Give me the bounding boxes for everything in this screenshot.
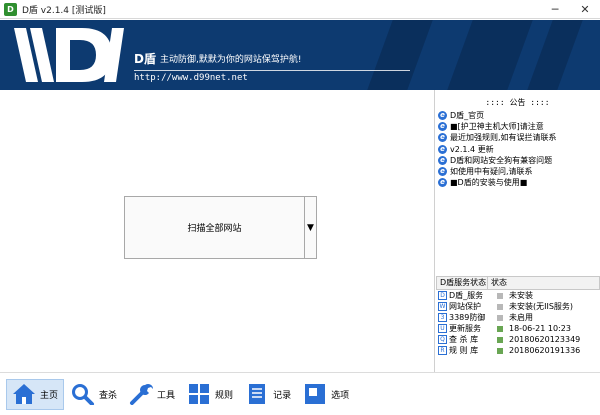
magnifier-icon [72, 384, 95, 405]
table-row[interactable]: Q查 杀 库 20180620123349 [436, 334, 600, 345]
rules-label[interactable]: 规则 [215, 388, 233, 401]
home-label[interactable]: 主页 [40, 388, 58, 401]
options-button[interactable]: 选项 [298, 379, 354, 410]
app-icon: D [4, 2, 17, 16]
close-button[interactable]: ✕ [570, 0, 600, 19]
table-row[interactable]: D D盾_服务 未安装 [436, 290, 600, 301]
slogan: 主动防御,默默为你的网站保驾护航! [160, 55, 302, 65]
announcement-text[interactable]: D盾和网站安全狗有兼容问题 [450, 155, 552, 166]
right-panel: :::: 公告 :::: e D盾_官页 e ■[护卫神主机大师]请注意 e 最近加强… [434, 90, 600, 372]
status-indicator-icon [497, 347, 503, 354]
banner-stripe [367, 20, 433, 90]
scan-all-sites-label[interactable]: 扫描全部网站 [125, 197, 304, 258]
service-name: 更新服务 [449, 324, 481, 333]
service-icon: W [438, 302, 447, 311]
options-icon [305, 384, 326, 404]
service-name: D盾_服务 [449, 291, 484, 300]
status-indicator-icon [497, 314, 503, 321]
rules-button[interactable]: 规则 [182, 379, 238, 410]
wrench-icon [130, 384, 154, 405]
status-indicator-icon [497, 336, 503, 343]
logs-button[interactable]: 记录 [240, 379, 296, 410]
service-status: 20180620191336 [509, 346, 581, 355]
ie-icon: e [438, 111, 447, 121]
banner-stripe [447, 20, 533, 90]
table-row[interactable]: U 更新服务 18-06-21 10:23 [436, 323, 600, 334]
service-status: 未安装(无IIS服务) [509, 302, 574, 311]
home-button[interactable]: 主页 [6, 378, 65, 410]
service-icon: 3 [438, 313, 447, 322]
banner-stripe [527, 20, 583, 90]
announcement-item[interactable]: e 最近加强规则,如有误拦请联系 [438, 132, 600, 143]
ie-icon: e [438, 133, 447, 143]
main-panel: 扫描全部网站 ▼ [0, 90, 434, 372]
service-name-header: D盾服务状态 [437, 277, 488, 289]
scan-dropdown-arrow-icon[interactable]: ▼ [304, 197, 316, 258]
tools-label[interactable]: 工具 [157, 388, 175, 401]
service-icon: U [438, 324, 447, 333]
status-indicator-icon [497, 325, 503, 332]
title-bar: D D盾 v2.1.4 [测试版] ─ ✕ [0, 0, 600, 19]
service-table-header: D盾服务状态 状态 [436, 276, 600, 290]
home-icon [13, 384, 35, 404]
scan-label[interactable]: 查杀 [99, 388, 117, 401]
announcement-item[interactable]: e ■[护卫神主机大师]请注意 [438, 121, 600, 132]
service-status: 18-06-21 10:23 [509, 324, 571, 333]
service-icon: R [438, 346, 447, 355]
announcement-title: :::: 公告 :::: [485, 98, 550, 107]
announcement-item[interactable]: e 如使用中有疑问,请联系 [438, 166, 600, 177]
service-status: 未启用 [509, 313, 533, 322]
table-row[interactable]: 3 3389防御 未启用 [436, 312, 600, 323]
announcement-item[interactable]: e v2.1.4 更新 [438, 144, 600, 155]
service-status: 未安装 [509, 291, 533, 300]
service-name: 规 则 库 [449, 346, 479, 355]
window-controls: ─ ✕ [540, 0, 600, 19]
announcement-list: e D盾_官页 e ■[护卫神主机大师]请注意 e 最近加强规则,如有误拦请联系 ev… [435, 110, 600, 188]
service-icon: D [438, 291, 447, 300]
banner-divider [134, 70, 410, 71]
table-row[interactable]: R规 则 库 20180620191336 [436, 345, 600, 356]
announcement-text[interactable]: 如使用中有疑问,请联系 [450, 166, 533, 177]
service-status: 20180620123349 [509, 335, 581, 344]
service-rows: D D盾_服务 未安装 W 网站保护 未安装(无IIS服务) 3 3389防御 未启用 U更… [436, 290, 600, 356]
d-logo-icon [14, 28, 124, 82]
scan-button[interactable]: 查杀 [66, 379, 122, 410]
service-name: 查 杀 库 [449, 335, 479, 344]
website-link[interactable]: http://www.d99net.net [134, 73, 248, 83]
options-label[interactable]: 选项 [331, 388, 349, 401]
grid-icon [189, 384, 210, 404]
document-icon [249, 384, 266, 404]
ie-icon: e [438, 167, 447, 177]
ie-icon: e [438, 144, 447, 154]
ie-icon: e [438, 155, 447, 165]
announcement-text[interactable]: ■[护卫神主机大师]请注意 [450, 121, 544, 132]
service-status-header: 状态 [491, 278, 507, 287]
brand-name: D盾 [134, 52, 156, 66]
status-indicator-icon [497, 292, 503, 299]
service-icon: Q [438, 335, 447, 344]
status-indicator-icon [497, 303, 503, 310]
ie-icon: e [438, 178, 447, 188]
announcement-text[interactable]: ■D盾的安装与使用■ [450, 177, 527, 188]
tools-button[interactable]: 工具 [124, 379, 180, 410]
service-name: 网站保护 [449, 302, 481, 311]
logs-label[interactable]: 记录 [273, 388, 291, 401]
scan-all-sites-button[interactable]: 扫描全部网站 ▼ [124, 196, 317, 259]
announcement-item[interactable]: e ■D盾的安装与使用■ [438, 177, 600, 188]
table-row[interactable]: W 网站保护 未安装(无IIS服务) [436, 301, 600, 312]
service-status-table: D盾服务状态 状态 D D盾_服务 未安装 W 网站保护 未安装(无IIS服务) 3 33… [436, 276, 600, 356]
window-title: D盾 v2.1.4 [测试版] [22, 5, 106, 16]
announcement-text[interactable]: 最近加强规则,如有误拦请联系 [450, 132, 557, 143]
banner: D盾 主动防御,默默为你的网站保驾护航! http://www.d99net.n… [0, 20, 600, 90]
ie-icon: e [438, 122, 447, 132]
bottom-toolbar: 主页 查杀 工具 规则 记录 选项 [0, 372, 600, 415]
announcement-text[interactable]: v2.1.4 更新 [450, 144, 494, 155]
announcement-item[interactable]: e D盾_官页 [438, 110, 600, 121]
announcement-item[interactable]: e D盾和网站安全狗有兼容问题 [438, 155, 600, 166]
announcement-text[interactable]: D盾_官页 [450, 110, 484, 121]
minimize-button[interactable]: ─ [540, 0, 570, 19]
service-name: 3389防御 [449, 313, 486, 322]
